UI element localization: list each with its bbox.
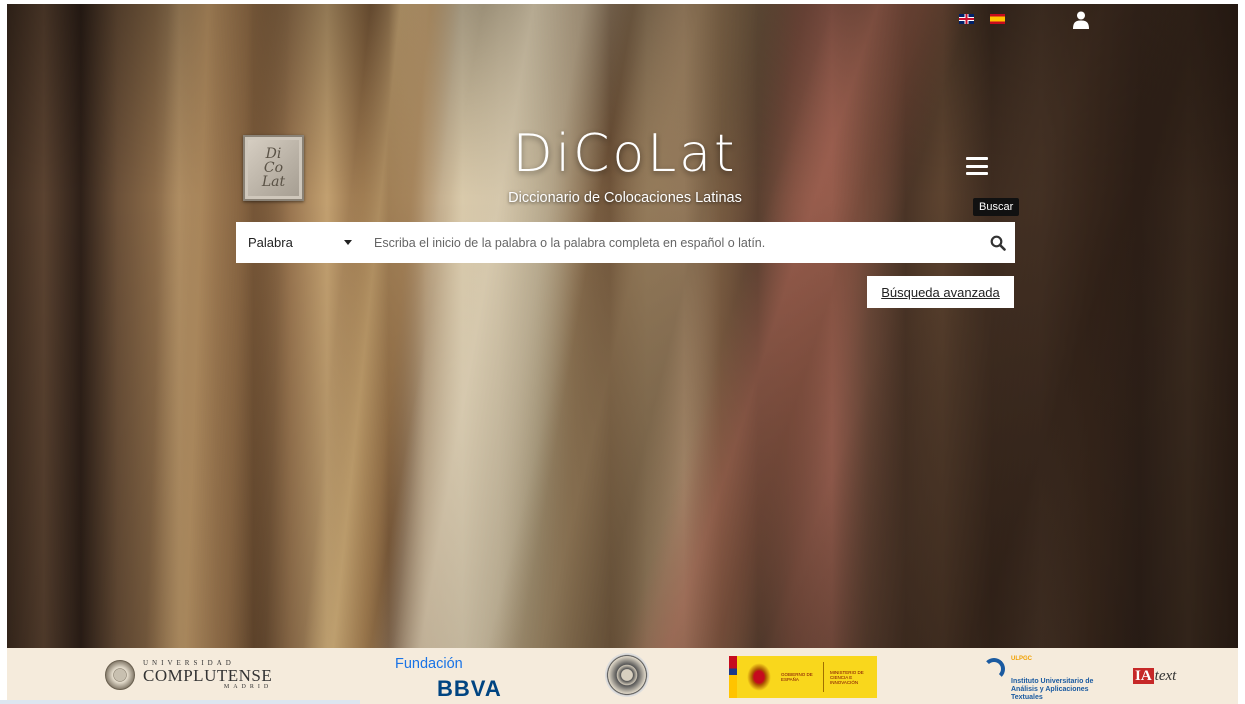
ucm-name: COMPLUTENSE: [143, 666, 273, 685]
caret-down-icon: [344, 240, 352, 245]
site-subtitle: Diccionario de Colocaciones Latinas: [508, 190, 742, 206]
divider: [823, 662, 824, 692]
hero-background: [7, 4, 1238, 648]
user-icon[interactable]: [1073, 11, 1089, 29]
search-icon: [990, 235, 1006, 251]
ministerio-text: MINISTERIO DE CIENCIA E INNOVACIÓN: [830, 669, 864, 685]
search-tooltip: Buscar: [973, 198, 1020, 216]
ulpgc-line: Textuales: [1011, 694, 1043, 701]
horizontal-scrollbar[interactable]: [0, 700, 360, 704]
ulpgc-logo[interactable]: ULPGC Instituto Universitario de Análisi…: [983, 654, 1128, 702]
advanced-search-button[interactable]: Búsqueda avanzada: [867, 276, 1014, 308]
gobierno-logo[interactable]: GOBIERNO DE ESPAÑA MINISTERIO DE CIENCIA…: [729, 656, 877, 698]
bbva-fundacion: Fundación: [395, 656, 463, 672]
hamburger-menu-icon[interactable]: [966, 157, 988, 175]
search-bar: Palabra: [236, 222, 1015, 263]
spain-flag-strip: [729, 656, 737, 698]
uk-flag-icon[interactable]: [959, 14, 974, 24]
logo-text: Di: [265, 146, 282, 162]
ucm-seal-icon: [105, 660, 135, 690]
ucm-logo[interactable]: UNIVERSIDAD COMPLUTENSE MADRID: [105, 660, 272, 690]
ulpgc-line: Instituto Universitario de: [1011, 678, 1094, 685]
bbva-logo[interactable]: Fundación BBVA: [395, 656, 515, 701]
search-type-select[interactable]: Palabra: [236, 222, 364, 263]
sponsor-footer: UNIVERSIDAD COMPLUTENSE MADRID Fundación…: [7, 648, 1238, 704]
search-button[interactable]: [981, 222, 1015, 263]
gobierno-text: GOBIERNO DE ESPAÑA: [781, 672, 813, 682]
site-title: DiCoLat: [512, 124, 738, 184]
society-crest-icon[interactable]: [605, 653, 649, 697]
iatext-logo[interactable]: IA text: [1133, 668, 1176, 685]
spain-flag-icon[interactable]: [990, 14, 1005, 24]
logo-text: Lat: [261, 174, 286, 190]
ulpgc-name: ULPGC: [1011, 656, 1032, 662]
bbva-name: BBVA: [437, 676, 502, 701]
iatext-mark: IA: [1133, 668, 1154, 684]
search-input[interactable]: [364, 222, 981, 263]
site-logo[interactable]: Di Co Lat: [243, 135, 304, 201]
ulpgc-line: Análisis y Aplicaciones: [1011, 686, 1089, 693]
ulpgc-emblem-icon: [983, 658, 1005, 680]
search-type-value: Palabra: [248, 235, 293, 250]
iatext-text: text: [1154, 668, 1177, 684]
logo-text: Co: [263, 160, 284, 176]
coat-of-arms-icon: [747, 663, 771, 691]
book-spine: [145, 4, 289, 648]
